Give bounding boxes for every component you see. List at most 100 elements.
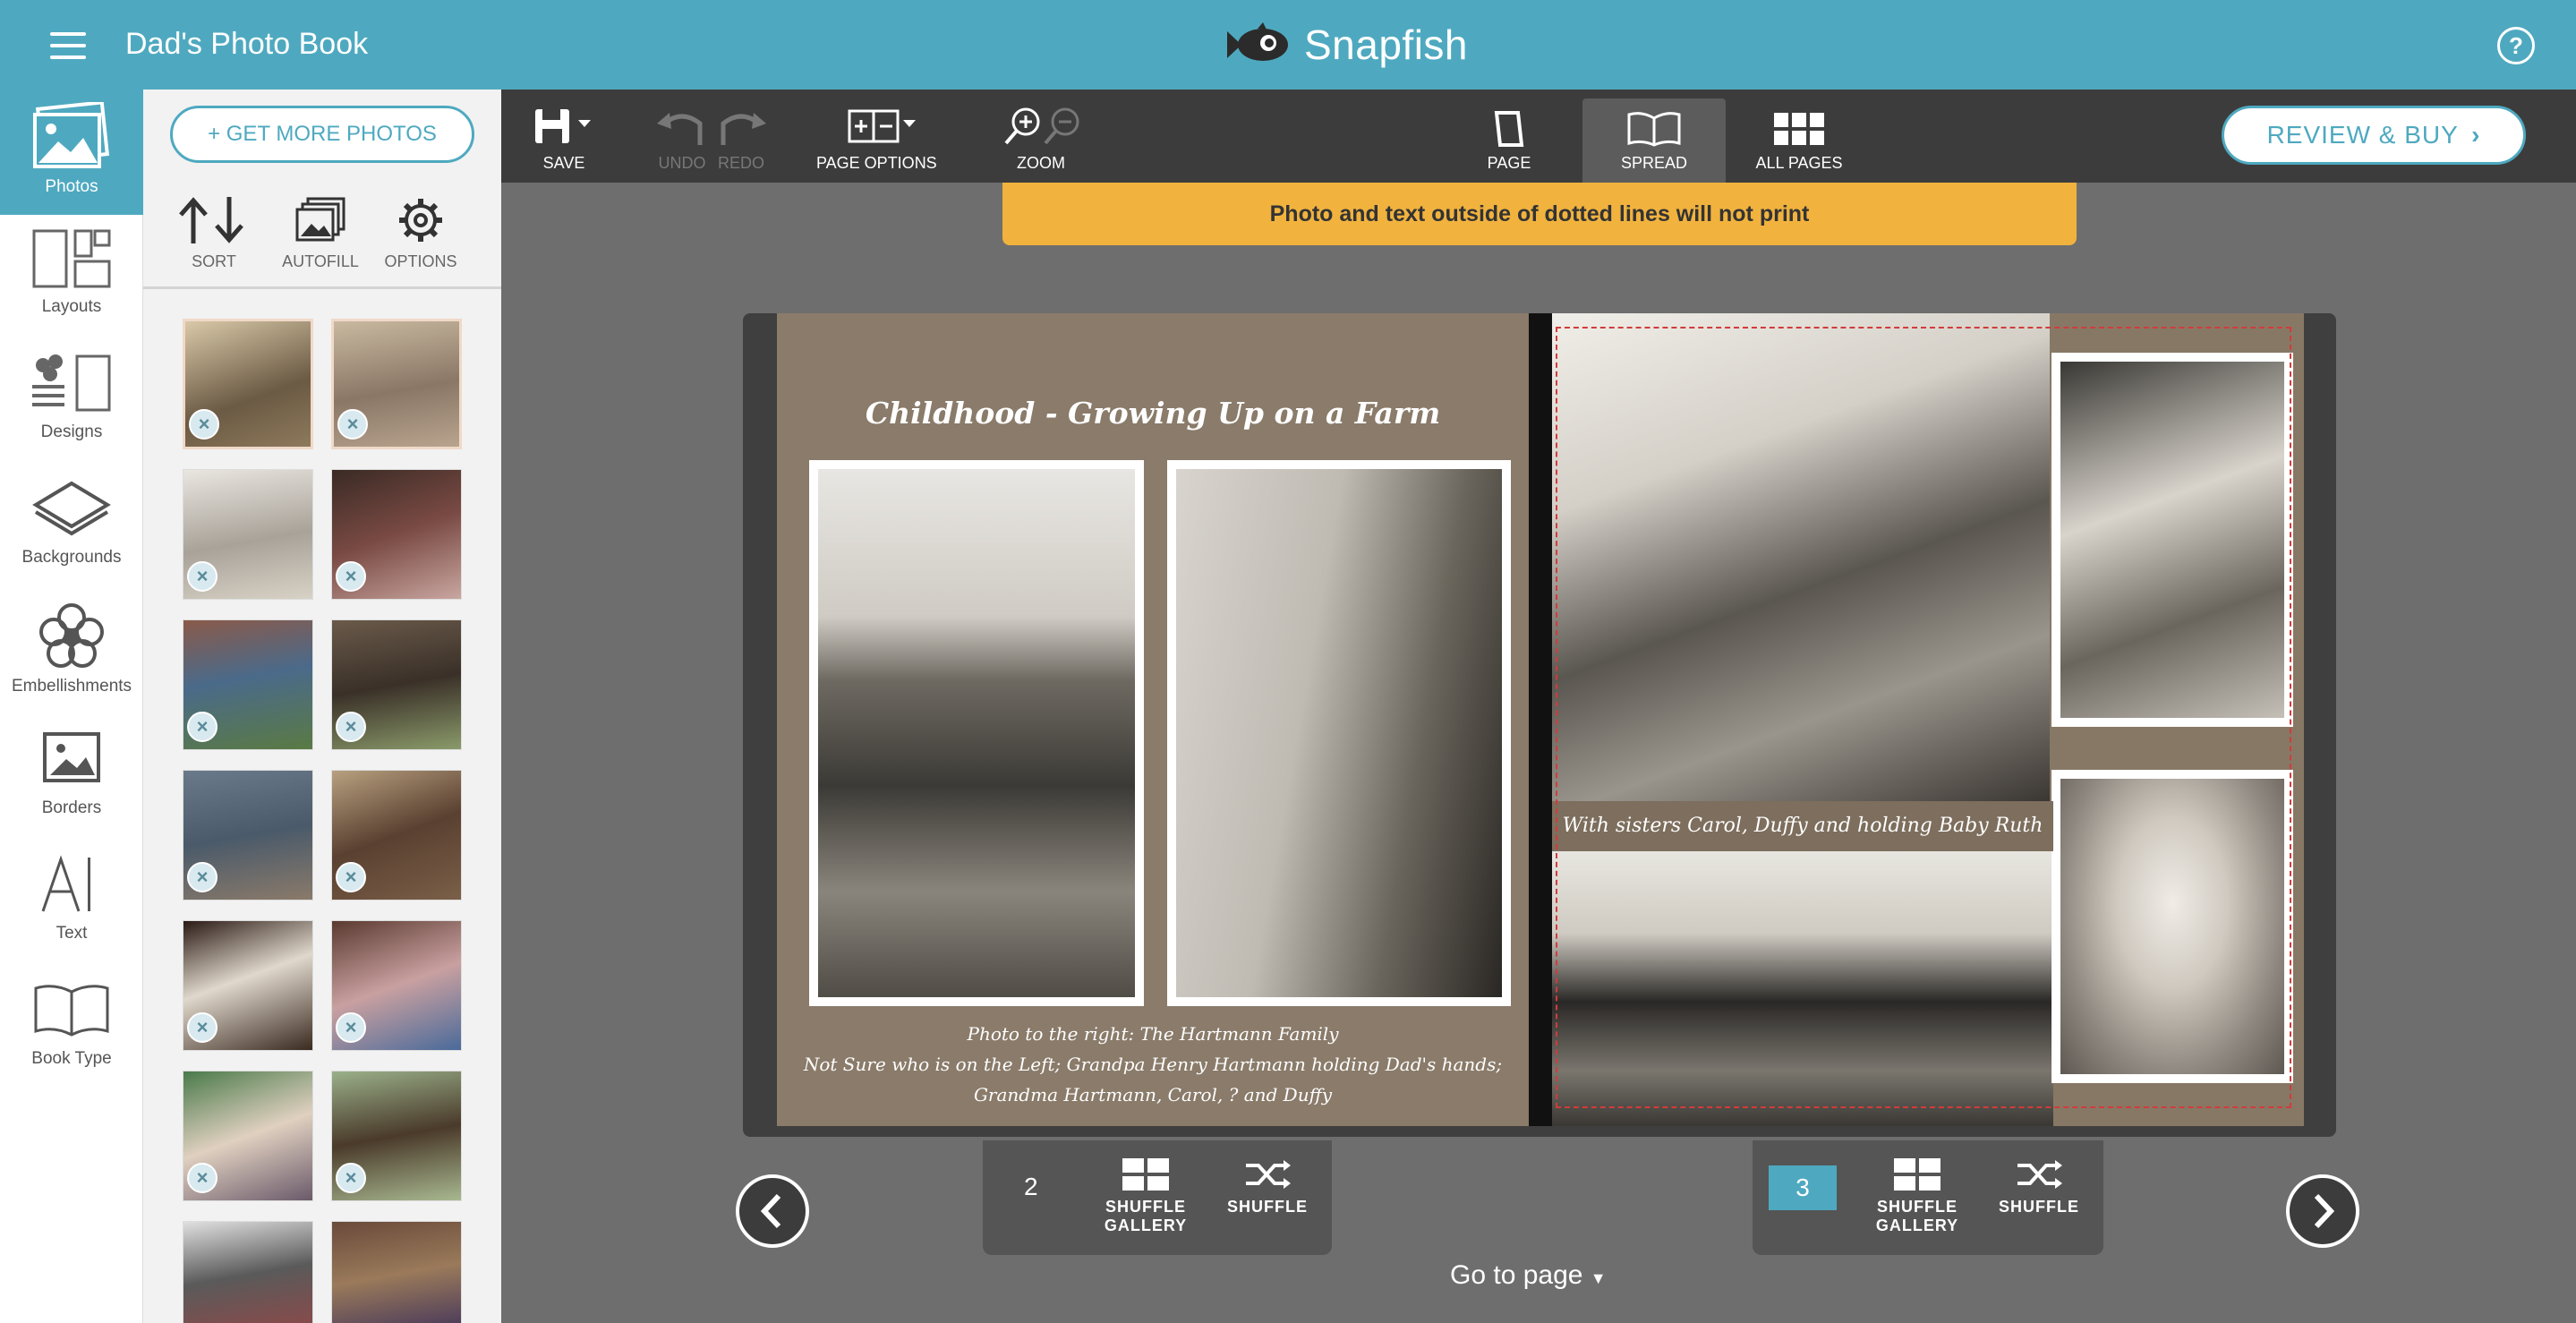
rail-item-embellishments[interactable]: Embellishments [0, 591, 143, 716]
save-button[interactable]: SAVE [532, 106, 596, 173]
shuffle-gallery-label-1: SHUFFLE [1877, 1198, 1958, 1216]
rail-label-designs: Designs [40, 423, 103, 441]
zoom-icon [1004, 107, 1079, 145]
caption-line-2: Not Sure who is on the Left; Grandpa Hen… [803, 1054, 1503, 1075]
remove-photo-icon[interactable]: × [187, 561, 218, 592]
photo-thumbnail[interactable]: × [331, 319, 462, 449]
tab-all-pages[interactable]: ALL PAGES [1727, 98, 1871, 183]
photo-boy-in-field[interactable] [809, 460, 1144, 1006]
rail-item-layouts[interactable]: Layouts [0, 215, 143, 340]
rail-item-book-type[interactable]: Book Type [0, 967, 143, 1092]
autofill-icon [295, 197, 345, 242]
remove-photo-icon[interactable]: × [337, 409, 368, 440]
photo-thumbnail[interactable]: × [331, 1071, 462, 1201]
brand-name: Snapfish [1304, 21, 1469, 68]
undo-button[interactable]: UNDO [655, 106, 709, 173]
rail-label-backgrounds: Backgrounds [21, 548, 122, 567]
rail-label-embellishments: Embellishments [11, 677, 132, 696]
shuffle-button[interactable]: SHUFFLE [1223, 1157, 1312, 1216]
book-title[interactable]: Dad's Photo Book [125, 27, 368, 62]
shuffle-label: SHUFFLE [1999, 1198, 2079, 1216]
remove-photo-icon[interactable]: × [336, 1012, 366, 1043]
photo-boy-outdoors[interactable] [2051, 353, 2293, 727]
page-options-button[interactable]: PAGE OPTIONS [816, 106, 937, 173]
remove-photo-icon[interactable]: × [336, 712, 366, 742]
all-pages-label: ALL PAGES [1755, 154, 1843, 172]
shuffle-icon [1246, 1160, 1291, 1189]
rail-item-text[interactable]: Text [0, 841, 143, 967]
remove-photo-icon[interactable]: × [187, 1163, 218, 1193]
rail-label-photos: Photos [45, 177, 98, 196]
tab-page-view[interactable]: PAGE [1437, 98, 1581, 183]
remove-photo-icon[interactable]: × [187, 712, 218, 742]
menu-icon[interactable] [50, 32, 86, 59]
get-more-photos-button[interactable]: + GET MORE PHOTOS [170, 106, 474, 163]
photo-thumbnail[interactable]: × [183, 920, 313, 1051]
photo-thumbnail[interactable]: × [331, 619, 462, 750]
photos-panel: + GET MORE PHOTOS SORT AUTOFILL OPTIONS … [143, 90, 501, 1323]
autofill-label: AUTOFILL [282, 252, 359, 270]
go-to-page-dropdown[interactable]: Go to page ▼ [1450, 1260, 1607, 1291]
page-options-label: PAGE OPTIONS [816, 154, 937, 172]
left-page-number[interactable]: 2 [1024, 1173, 1038, 1201]
remove-photo-icon[interactable]: × [187, 1012, 218, 1043]
right-page[interactable] [1552, 313, 2304, 1126]
redo-label: REDO [717, 154, 764, 172]
photo-boy-portrait[interactable] [2051, 770, 2293, 1083]
rail-item-backgrounds[interactable]: Backgrounds [0, 465, 143, 591]
remove-photo-icon[interactable]: × [336, 1163, 366, 1193]
shuffle-button[interactable]: SHUFFLE [1994, 1157, 2084, 1216]
left-page-caption[interactable]: Photo to the right: The Hartmann Family … [777, 1019, 1529, 1110]
previous-page-button[interactable] [736, 1174, 809, 1248]
photo-thumbnail[interactable]: × [331, 469, 462, 600]
left-page[interactable]: Childhood - Growing Up on a Farm Photo t… [777, 313, 1529, 1126]
photo-thumbnail[interactable]: × [183, 469, 313, 600]
undo-icon [657, 113, 703, 145]
rail-label-book-type: Book Type [31, 1049, 112, 1068]
spread-view-icon [1627, 112, 1681, 147]
photo-thumbnail[interactable] [183, 1221, 313, 1323]
photo-boy-in-chair[interactable] [1167, 460, 1511, 1006]
left-page-controls: 2 SHUFFLE GALLERY SHUFFLE [983, 1140, 1332, 1255]
sort-button[interactable]: SORT [165, 195, 263, 271]
top-bar: Dad's Photo Book Snapfish ? [0, 0, 2576, 90]
shuffle-gallery-button[interactable]: SHUFFLE GALLERY [1872, 1157, 1962, 1235]
remove-photo-icon[interactable]: × [336, 561, 366, 592]
right-caption-bar: With sisters Carol, Duffy and holding Ba… [1552, 801, 2053, 851]
redo-button[interactable]: REDO [714, 106, 768, 173]
photo-hartmann-family[interactable] [1552, 850, 2053, 1126]
tab-spread-view[interactable]: SPREAD [1582, 98, 1726, 183]
photo-thumbnail[interactable]: × [331, 770, 462, 900]
rail-label-layouts: Layouts [41, 297, 102, 316]
rail-item-borders[interactable]: Borders [0, 716, 143, 841]
remove-photo-icon[interactable]: × [336, 862, 366, 892]
sort-icon [179, 197, 243, 243]
remove-photo-icon[interactable]: × [187, 862, 218, 892]
photo-thumbnail[interactable]: × [331, 920, 462, 1051]
remove-photo-icon[interactable]: × [189, 409, 219, 440]
right-page-number-badge[interactable]: 3 [1769, 1165, 1837, 1210]
right-page-caption[interactable]: With sisters Carol, Duffy and holding Ba… [1552, 801, 2053, 851]
photo-sisters-wagon[interactable] [1552, 313, 2050, 801]
print-warning-banner: Photo and text outside of dotted lines w… [1002, 183, 2077, 245]
gallery-icon [1894, 1158, 1941, 1191]
shuffle-icon [2017, 1160, 2062, 1189]
left-rail: Photos Layouts Designs Backgrounds Embel… [0, 90, 143, 1323]
zoom-control[interactable]: ZOOM [983, 106, 1099, 173]
photo-thumbnail[interactable]: × [183, 770, 313, 900]
photo-thumbnail[interactable]: × [183, 319, 313, 449]
shuffle-gallery-button[interactable]: SHUFFLE GALLERY [1101, 1157, 1190, 1235]
help-icon[interactable]: ? [2497, 27, 2535, 64]
rail-item-designs[interactable]: Designs [0, 340, 143, 465]
next-page-button[interactable] [2286, 1174, 2359, 1248]
photo-thumbnail[interactable]: × [183, 1071, 313, 1201]
autofill-button[interactable]: AUTOFILL [271, 195, 370, 271]
photo-thumbnail[interactable]: × [183, 619, 313, 750]
go-to-page-label: Go to page [1450, 1260, 1583, 1290]
photo-thumbnail[interactable] [331, 1221, 462, 1323]
save-label: SAVE [542, 154, 585, 172]
options-button[interactable]: OPTIONS [371, 195, 470, 271]
rail-item-photos[interactable]: Photos [0, 90, 143, 215]
left-page-title[interactable]: Childhood - Growing Up on a Farm [777, 396, 1529, 431]
review-and-buy-button[interactable]: REVIEW & BUY › [2222, 106, 2526, 165]
